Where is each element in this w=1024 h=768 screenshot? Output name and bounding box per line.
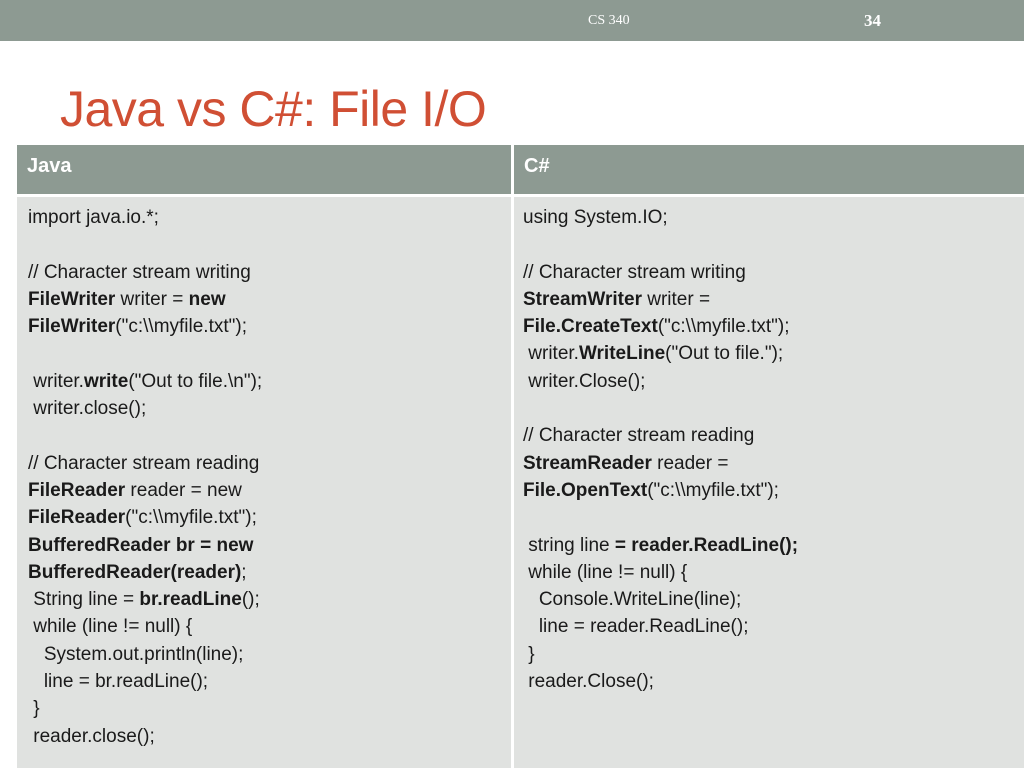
java-code-line: writer.close(); [28,395,511,422]
csharp-code-line: using System.IO; [523,204,1024,231]
code-text: Console.WriteLine(line); [523,589,742,611]
csharp-code-line [523,504,1024,531]
code-text: reader.Close(); [523,671,654,693]
code-keyword: FileReader [28,479,126,501]
code-text: // Character stream reading [28,452,260,474]
csharp-code-line: File.OpenText("c:\\myfile.txt"); [523,477,1024,504]
code-text: } [523,643,535,665]
csharp-code-line: Console.WriteLine(line); [523,586,1024,613]
code-text: ; [241,561,247,583]
java-code-line: while (line != null) { [28,613,511,640]
page-number: 34 [864,11,881,30]
java-code-cell: import java.io.*; // Character stream wri… [17,197,511,768]
code-text: String line = [28,589,140,611]
code-text: writer.Close(); [523,370,646,392]
code-keyword: FileReader [28,507,126,529]
code-keyword: StreamReader [523,452,652,474]
java-code-line: FileReader("c:\\myfile.txt"); [28,504,511,531]
code-keyword: BufferedReader br = new [28,534,254,556]
code-text: using System.IO; [523,207,668,228]
code-keyword: BufferedReader(reader) [28,561,242,583]
code-keyword: new [188,288,226,310]
code-text: ("Out to file.\n"); [128,370,263,392]
java-code-line: System.out.println(line); [28,641,511,668]
csharp-code-line: // Character stream reading [523,422,1024,449]
java-code-line: FileWriter("c:\\myfile.txt"); [28,313,511,340]
code-keyword: File.OpenText [523,479,648,501]
code-text: reader = [651,452,729,474]
code-text: reader.close(); [28,725,155,747]
code-text: // Character stream reading [523,425,755,447]
code-text: import java.io.*; [28,207,159,228]
code-text: ("c:\\myfile.txt"); [657,316,790,338]
code-text: ("Out to file."); [665,343,784,365]
code-text: writer = [641,288,711,310]
csharp-code-line: File.CreateText("c:\\myfile.txt"); [523,313,1024,340]
code-keyword: FileWriter [28,288,116,310]
code-text: System.out.println(line); [28,643,244,665]
code-keyword: FileWriter [28,316,116,338]
code-text: writer. [28,370,84,392]
java-code-line: } [28,695,511,722]
java-code-line: line = br.readLine(); [28,668,511,695]
csharp-code-line [523,395,1024,422]
code-keyword: br.readLine [139,589,242,611]
csharp-code-line: string line = reader.ReadLine(); [523,532,1024,559]
course-label: CS 340 [588,13,630,28]
table-body-row: import java.io.*; // Character stream wri… [17,197,1024,768]
column-header-java: Java [17,145,511,194]
code-keyword: File.CreateText [523,316,658,338]
java-code-line: // Character stream writing [28,259,511,286]
csharp-code-line: reader.Close(); [523,668,1024,695]
column-header-csharp: C# [514,145,1024,194]
csharp-code-line: while (line != null) { [523,559,1024,586]
csharp-code-line: StreamReader reader = [523,450,1024,477]
code-text: writer. [523,343,579,365]
code-keyword: = reader.ReadLine(); [614,534,799,556]
code-text: } [28,698,40,720]
java-code-line: import java.io.*; [28,204,511,231]
code-text: while (line != null) { [523,561,688,583]
code-text: string line [523,534,615,556]
code-text: ("c:\\myfile.txt"); [125,507,257,529]
code-text: ("c:\\myfile.txt"); [647,479,779,501]
java-code-line: String line = br.readLine(); [28,586,511,613]
table-header-row: Java C# [17,145,1024,194]
csharp-code-line [523,231,1024,258]
csharp-code-line: // Character stream writing [523,259,1024,286]
csharp-code-line: } [523,641,1024,668]
csharp-code-line: line = reader.ReadLine(); [523,613,1024,640]
java-code-line: reader.close(); [28,723,511,750]
java-code-line: // Character stream reading [28,450,511,477]
java-code-line [28,422,511,449]
csharp-code-cell: using System.IO; // Character stream writ… [514,197,1024,768]
slide-title: Java vs C#: File I/O [60,81,487,137]
java-code-line [28,231,511,258]
top-bar: CS 340 34 [0,0,1024,41]
code-keyword: write [83,370,129,392]
java-code-line: BufferedReader(reader); [28,559,511,586]
code-keyword: StreamWriter [523,288,642,310]
java-code-line: FileReader reader = new [28,477,511,504]
csharp-code-line: StreamWriter writer = [523,286,1024,313]
java-code-line [28,340,511,367]
csharp-code-line: writer.WriteLine("Out to file."); [523,340,1024,367]
code-text: // Character stream writing [28,261,251,283]
csharp-code-line: writer.Close(); [523,368,1024,395]
code-keyword: WriteLine [578,343,666,365]
code-text: line = reader.ReadLine(); [523,616,749,638]
code-text: writer.close(); [28,398,147,420]
code-text: reader = new [125,479,242,501]
code-text: while (line != null) { [28,616,193,638]
code-text: line = br.readLine(); [28,671,209,693]
java-code-line: FileWriter writer = new [28,286,511,313]
code-text: // Character stream writing [523,261,746,283]
code-text: writer = [115,288,189,310]
java-code-line: BufferedReader br = new [28,532,511,559]
code-text: ("c:\\myfile.txt"); [115,316,247,338]
code-text: (); [241,589,260,611]
java-code-line: writer.write("Out to file.\n"); [28,368,511,395]
